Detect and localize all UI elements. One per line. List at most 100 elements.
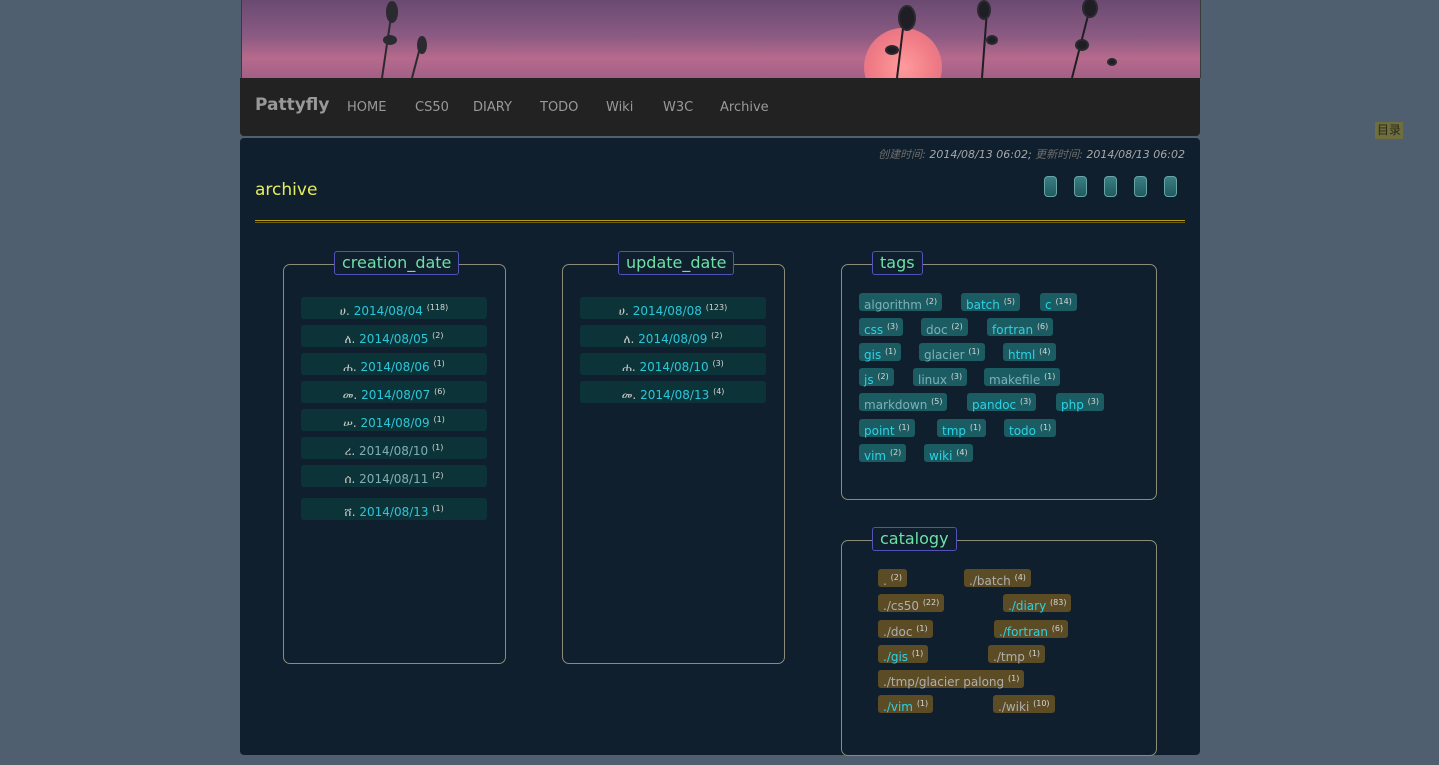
catalog-label: ./cs50: [883, 599, 919, 613]
tag-label: js: [864, 373, 874, 387]
date-count: (1): [433, 415, 445, 424]
nav-home[interactable]: HOME: [347, 100, 386, 115]
catalog-item[interactable]: . (2): [878, 569, 907, 588]
tag-count: (2): [877, 372, 889, 381]
tag-fortran[interactable]: fortran (6): [987, 318, 1054, 337]
date-index: ሐ.: [343, 360, 357, 374]
catalogy-panel: catalogy . (2) ./batch (4) ./cs50 (22) ./di…: [841, 527, 1157, 756]
date-value[interactable]: 2014/08/09: [638, 332, 707, 346]
date-value[interactable]: 2014/08/11: [359, 472, 428, 486]
date-index: መ.: [621, 388, 637, 402]
date-value[interactable]: 2014/08/08: [633, 304, 702, 318]
date-row[interactable]: ሸ. 2014/08/13 (1): [301, 498, 487, 520]
catalog-count: (1): [916, 624, 928, 633]
tag-pandoc[interactable]: pandoc (3): [967, 393, 1037, 412]
tag-count: (1): [898, 423, 910, 432]
tag-count: (3): [950, 372, 963, 381]
tag-doc[interactable]: doc (2): [921, 318, 968, 337]
tag-vim[interactable]: vim (2): [859, 444, 907, 463]
tag-js[interactable]: js (2): [859, 368, 894, 387]
tag-count: (2): [951, 322, 963, 331]
date-row[interactable]: ረ. 2014/08/10 (1): [301, 437, 487, 459]
tag-algorithm[interactable]: algorithm (2): [859, 293, 943, 312]
tag-label: pandoc: [972, 398, 1017, 412]
toolbar-button-4[interactable]: [1134, 176, 1147, 197]
toolbar-button-1[interactable]: [1044, 176, 1057, 197]
date-row[interactable]: ለ. 2014/08/09 (2): [580, 325, 766, 347]
toc-button[interactable]: 目录: [1375, 122, 1404, 139]
tag-linux[interactable]: linux (3): [913, 368, 968, 387]
date-row[interactable]: ሀ. 2014/08/04 (118): [301, 297, 487, 319]
catalog-item[interactable]: ./vim (1): [878, 695, 934, 714]
date-row[interactable]: ሠ. 2014/08/09 (1): [301, 409, 487, 431]
creation-date-title: creation_date: [334, 251, 460, 275]
tag-count: (1): [1039, 423, 1052, 432]
nav-diary[interactable]: DIARY: [473, 100, 512, 115]
catalog-count: (1): [1007, 674, 1020, 683]
tag-html[interactable]: html (4): [1003, 343, 1056, 362]
date-value[interactable]: 2014/08/10: [359, 444, 428, 458]
tag-wiki[interactable]: wiki (4): [924, 444, 973, 463]
catalog-item[interactable]: ./cs50 (22): [878, 594, 945, 613]
tag-gis[interactable]: gis (1): [859, 343, 902, 362]
date-value[interactable]: 2014/08/10: [639, 360, 708, 374]
date-row[interactable]: መ. 2014/08/13 (4): [580, 381, 766, 403]
tag-batch[interactable]: batch (5): [961, 293, 1021, 312]
toolbar-button-2[interactable]: [1074, 176, 1087, 197]
catalog-item[interactable]: ./tmp/glacier palong (1): [878, 670, 1025, 689]
date-count: (2): [711, 331, 723, 340]
date-value[interactable]: 2014/08/06: [360, 360, 429, 374]
catalog-item[interactable]: ./gis (1): [878, 645, 929, 664]
catalog-item[interactable]: ./fortran (6): [994, 620, 1069, 639]
nav-todo[interactable]: TODO: [540, 100, 578, 115]
date-row[interactable]: ለ. 2014/08/05 (2): [301, 325, 487, 347]
nav-w3c[interactable]: W3C: [663, 100, 693, 115]
catalog-count: (1): [916, 699, 929, 708]
tag-count: (3): [1019, 397, 1032, 406]
tag-css[interactable]: css (3): [859, 318, 904, 337]
tag-count: (4): [956, 448, 968, 457]
tag-count: (4): [1039, 347, 1051, 356]
date-index: ሰ.: [344, 472, 356, 486]
date-value[interactable]: 2014/08/13: [359, 505, 428, 519]
date-value[interactable]: 2014/08/09: [361, 416, 430, 430]
toolbar-button-3[interactable]: [1104, 176, 1117, 197]
date-value[interactable]: 2014/08/07: [361, 388, 430, 402]
creation-date-panel: creation_date ሀ. 2014/08/04 (118) ለ. 2014…: [283, 251, 506, 664]
date-row[interactable]: ሐ. 2014/08/06 (1): [301, 353, 487, 375]
tag-php[interactable]: php (3): [1056, 393, 1105, 412]
date-row[interactable]: ሐ. 2014/08/10 (3): [580, 353, 766, 375]
date-value[interactable]: 2014/08/13: [640, 388, 709, 402]
date-row[interactable]: ሀ. 2014/08/08 (123): [580, 297, 766, 319]
brand-link[interactable]: Pattyfly: [255, 95, 330, 115]
tag-label: makefile: [989, 373, 1041, 387]
catalog-item[interactable]: ./diary (83): [1003, 594, 1072, 613]
tag-point[interactable]: point (1): [859, 419, 915, 438]
date-value[interactable]: 2014/08/05: [359, 332, 428, 346]
catalog-item[interactable]: ./tmp (1): [988, 645, 1046, 664]
toolbar-button-5[interactable]: [1164, 176, 1177, 197]
date-row[interactable]: ሰ. 2014/08/11 (2): [301, 465, 487, 487]
tag-label: batch: [966, 298, 1000, 312]
date-value[interactable]: 2014/08/04: [354, 304, 423, 318]
catalog-count: (1): [911, 649, 924, 658]
title-divider: [255, 220, 1185, 223]
tag-tmp[interactable]: tmp (1): [937, 419, 987, 438]
tag-label: point: [864, 424, 895, 438]
catalog-item[interactable]: ./batch (4): [964, 569, 1031, 588]
catalog-item[interactable]: ./doc (1): [878, 620, 933, 639]
tag-markdown[interactable]: markdown (5): [859, 393, 948, 412]
catalog-item[interactable]: ./wiki (10): [993, 695, 1055, 714]
tag-c[interactable]: c (14): [1040, 293, 1077, 312]
tag-makefile[interactable]: makefile (1): [984, 368, 1061, 387]
tag-label: doc: [926, 323, 948, 337]
tag-todo[interactable]: todo (1): [1004, 419, 1057, 438]
tag-label: gis: [864, 348, 882, 362]
date-row[interactable]: መ. 2014/08/07 (6): [301, 381, 487, 403]
nav-wiki[interactable]: Wiki: [606, 100, 633, 115]
date-index: ሀ.: [339, 304, 350, 318]
tag-glacier[interactable]: glacier (1): [919, 343, 985, 362]
nav-archive[interactable]: Archive: [720, 100, 769, 115]
nav-cs50[interactable]: CS50: [415, 100, 449, 115]
tag-label: html: [1008, 348, 1036, 362]
